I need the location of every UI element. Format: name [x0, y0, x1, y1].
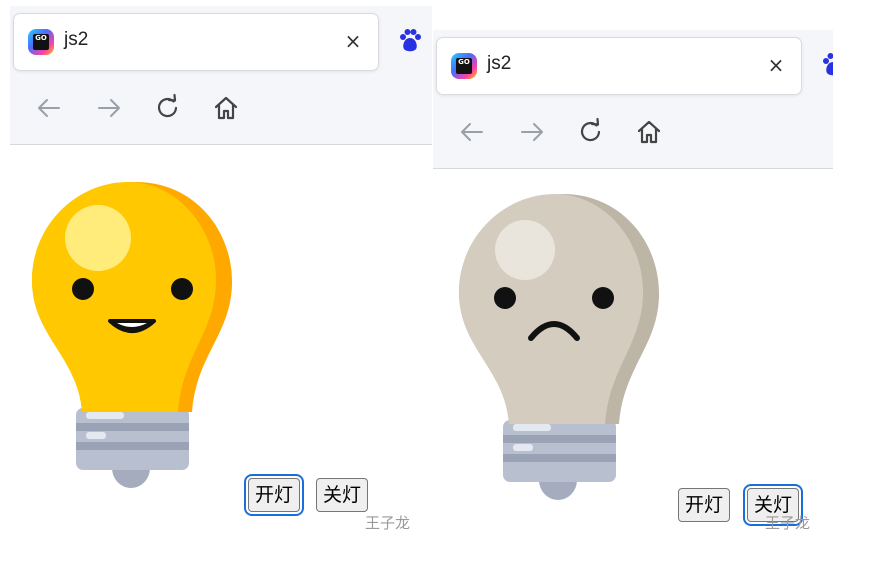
baidu-paw-icon[interactable] — [821, 52, 833, 78]
close-icon[interactable]: × — [338, 26, 368, 56]
tab-js2[interactable]: GO js2 × — [14, 14, 378, 70]
home-icon[interactable] — [209, 91, 243, 125]
goland-icon: GO — [451, 53, 477, 79]
light-bulb-off-image — [459, 194, 660, 500]
home-icon[interactable] — [632, 115, 666, 149]
back-arrow-icon[interactable] — [32, 91, 66, 125]
tab-title: js2 — [64, 29, 89, 50]
favicon-label: GO — [33, 34, 49, 50]
light-on-button[interactable]: 开灯 — [248, 478, 301, 512]
favicon-label: GO — [456, 58, 472, 74]
navigation-bar — [433, 98, 833, 169]
goland-icon: GO — [28, 29, 54, 55]
watermark: 王子龙 — [765, 514, 811, 532]
light-off-button[interactable]: 关灯 — [316, 478, 369, 512]
reload-icon[interactable] — [151, 91, 185, 125]
tab-strip: GO js2 × — [10, 6, 432, 74]
tab-js2[interactable]: GO js2 × — [437, 38, 801, 94]
browser-panel-left: GO js2 × 开灯 关灯 王子龙 — [10, 6, 432, 566]
watermark: 王子龙 — [365, 514, 411, 532]
back-arrow-icon[interactable] — [455, 115, 489, 149]
tab-title: js2 — [487, 53, 512, 74]
navigation-bar — [10, 74, 432, 145]
forward-arrow-icon[interactable] — [515, 115, 549, 149]
forward-arrow-icon[interactable] — [92, 91, 126, 125]
reload-icon[interactable] — [574, 115, 608, 149]
tab-strip: GO js2 × — [433, 30, 833, 98]
browser-panel-right: GO js2 × 开灯 关灯 王子龙 — [433, 30, 833, 570]
light-on-button[interactable]: 开灯 — [678, 488, 731, 522]
baidu-paw-icon[interactable] — [398, 28, 422, 54]
light-bulb-on-image — [32, 182, 233, 488]
close-icon[interactable]: × — [761, 50, 791, 80]
